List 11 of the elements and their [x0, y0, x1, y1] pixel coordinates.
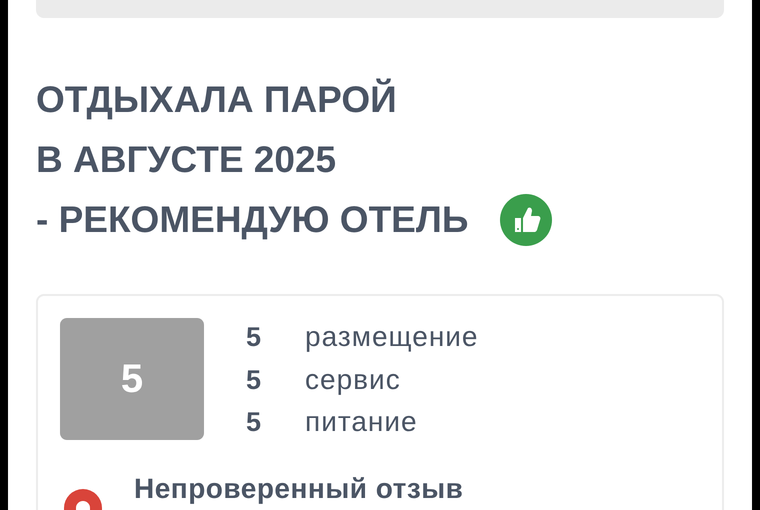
overall-score: 5 — [60, 318, 204, 440]
rating-label: сервис — [305, 362, 402, 397]
review-title: - РЕКОМЕНДУЮ ОТЕЛЬ — [36, 198, 468, 242]
review-status: Непроверенный отзыв — [134, 472, 464, 506]
review-title: В АВГУСТЕ 2025 — [36, 138, 336, 182]
rating-score: 5 — [246, 406, 262, 439]
rating-label: питание — [305, 405, 419, 439]
rating-score: 5 — [246, 364, 262, 396]
review-title: ОТДЫХАЛА ПАРОЙ — [36, 78, 397, 122]
rating-label: размещение — [305, 320, 478, 354]
rating-score: 5 — [246, 321, 262, 354]
